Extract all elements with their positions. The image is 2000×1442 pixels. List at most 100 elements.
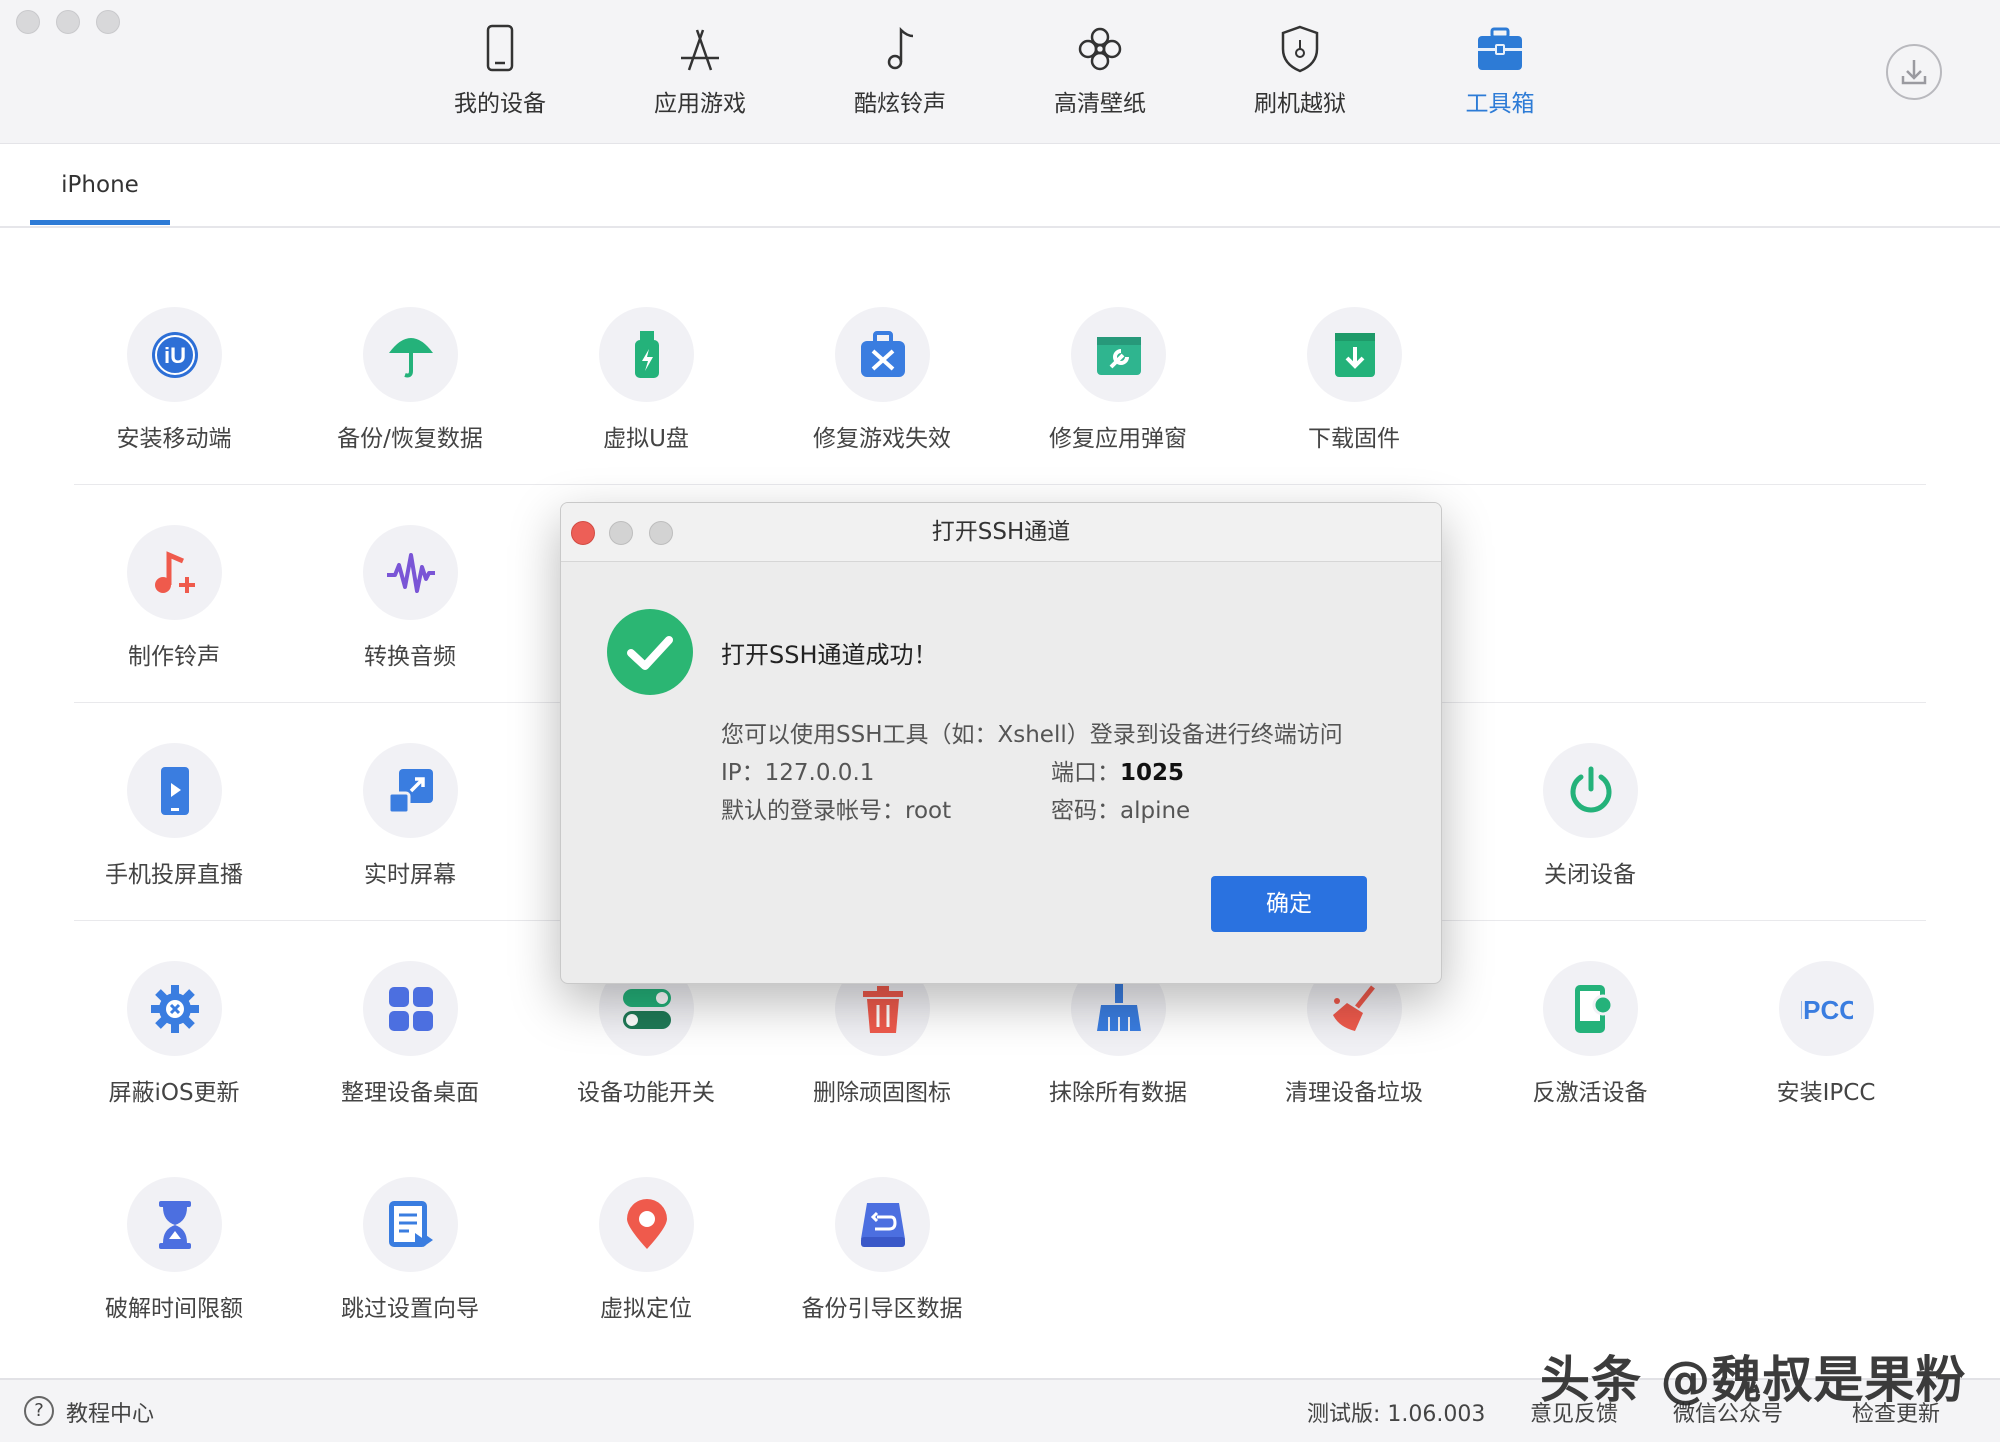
- tool-fix-game[interactable]: 修复游戏失效: [777, 307, 987, 477]
- tool-label: 备份引导区数据: [801, 1296, 963, 1322]
- tool-crack-screen-time[interactable]: 破解时间限额: [69, 1177, 279, 1347]
- tool-label: 手机投屏直播: [105, 862, 243, 888]
- nav-my-device[interactable]: 我的设备: [425, 22, 575, 122]
- music-plus-icon: [155, 551, 195, 593]
- sweep-icon: [1333, 985, 1375, 1031]
- repair-kit-icon: [861, 331, 905, 377]
- dialog-description: 您可以使用SSH工具（如：Xshell）登录到设备进行终端访问: [721, 722, 1343, 748]
- tool-label: 安装IPCC: [1776, 1080, 1876, 1106]
- window-minimize-button[interactable]: [56, 10, 80, 34]
- nav-apps-games[interactable]: 应用游戏: [625, 22, 775, 122]
- port-row: 端口：1025: [1051, 753, 1184, 787]
- tool-skip-setup-wizard[interactable]: 跳过设置向导: [305, 1177, 515, 1347]
- tool-install-mobile[interactable]: iU 安装移动端: [69, 307, 279, 477]
- phone-deactivate-icon: [1575, 985, 1614, 1033]
- tool-label: 跳过设置向导: [341, 1296, 479, 1322]
- nav-label: 工具箱: [1465, 91, 1535, 117]
- download-box-icon: [1335, 333, 1375, 377]
- music-note-icon: [887, 26, 914, 70]
- tool-download-firmware[interactable]: 下载固件: [1249, 307, 1459, 477]
- umbrella-icon: [389, 338, 433, 378]
- tool-deactivate-device[interactable]: 反激活设备: [1485, 961, 1695, 1131]
- app-store-icon: [681, 29, 719, 71]
- top-navigation-bar: 我的设备 应用游戏 酷炫铃声 高清壁纸 刷机越狱 工具箱: [0, 0, 2000, 144]
- version-label: 测试版: 1.06.003: [1307, 1402, 1486, 1427]
- screen-arrow-icon: [387, 769, 433, 815]
- row-divider: [74, 484, 1926, 485]
- tool-virtual-location[interactable]: 虚拟定位: [541, 1177, 751, 1347]
- download-icon: [1901, 60, 1927, 85]
- drive-restore-icon: [861, 1203, 905, 1247]
- svg-text:iU: iU: [164, 343, 186, 368]
- account-row: 默认的登录帐号：root: [721, 791, 951, 825]
- audio-wave-icon: [387, 553, 435, 593]
- tool-label: 修复游戏失效: [813, 426, 951, 452]
- tutorial-center-link[interactable]: 教程中心: [66, 1396, 154, 1428]
- dialog-zoom-button[interactable]: [649, 521, 673, 545]
- tool-label: 设备功能开关: [577, 1080, 715, 1106]
- tool-label: 关闭设备: [1544, 862, 1636, 888]
- dialog-heading: 打开SSH通道成功！: [721, 641, 938, 669]
- tool-backup-boot-data[interactable]: 备份引导区数据: [777, 1177, 987, 1347]
- nav-ringtones[interactable]: 酷炫铃声: [825, 22, 975, 122]
- tab-iphone[interactable]: iPhone: [30, 144, 170, 224]
- tool-feature-toggles[interactable]: 设备功能开关: [541, 961, 751, 1131]
- window-zoom-button[interactable]: [96, 10, 120, 34]
- ip-label: IP：: [721, 760, 765, 786]
- dialog-close-button[interactable]: [571, 521, 595, 545]
- skip-wizard-icon: [389, 1201, 433, 1247]
- help-question-icon[interactable]: ?: [24, 1396, 54, 1426]
- iu-logo-icon: iU: [152, 332, 198, 378]
- window-close-button[interactable]: [16, 10, 40, 34]
- nav-label: 刷机越狱: [1254, 91, 1346, 117]
- toggle-icon: [623, 989, 671, 1029]
- ssh-dialog: 打开SSH通道 打开SSH通道成功！ 您可以使用SSH工具（如：Xshell）登…: [560, 502, 1442, 984]
- confirm-button[interactable]: 确定: [1211, 876, 1367, 932]
- watermark-text: 头条 @魏叔是果粉: [1540, 1351, 1967, 1409]
- gear-block-icon: [151, 985, 199, 1033]
- grid-icon: [389, 987, 433, 1031]
- device-tab-bar: iPhone: [0, 144, 2000, 228]
- tool-label: 虚拟定位: [600, 1296, 692, 1322]
- ipcc-icon: IPCC: [1801, 995, 1853, 1025]
- active-tab-indicator: [30, 220, 170, 225]
- tool-organize-desktop[interactable]: 整理设备桌面: [305, 961, 515, 1131]
- tool-realtime-screen[interactable]: 实时屏幕: [305, 743, 515, 913]
- broom-icon: [1097, 983, 1141, 1031]
- password-value: alpine: [1120, 798, 1191, 824]
- tool-install-ipcc[interactable]: IPCC 安装IPCC: [1721, 961, 1931, 1131]
- ip-row: IP：127.0.0.1: [721, 753, 874, 787]
- hourglass-icon: [159, 1201, 191, 1249]
- nav-label: 我的设备: [454, 91, 546, 117]
- tool-label: 安装移动端: [116, 426, 232, 452]
- password-label: 密码：: [1051, 798, 1120, 824]
- tool-backup-restore[interactable]: 备份/恢复数据: [305, 307, 515, 477]
- dialog-title: 打开SSH通道: [561, 503, 1441, 562]
- tool-clean-junk[interactable]: 清理设备垃圾: [1249, 961, 1459, 1131]
- usb-drive-icon: [635, 331, 659, 378]
- nav-flash-jailbreak[interactable]: 刷机越狱: [1225, 22, 1375, 122]
- tool-label: 制作铃声: [128, 644, 220, 670]
- dialog-minimize-button[interactable]: [609, 521, 633, 545]
- tool-erase-all-data[interactable]: 抹除所有数据: [1013, 961, 1223, 1131]
- tool-delete-stubborn-icons[interactable]: 删除顽固图标: [777, 961, 987, 1131]
- tool-label: 屏蔽iOS更新: [108, 1080, 240, 1106]
- account-value: root: [905, 798, 952, 824]
- tool-fix-app-popup[interactable]: 修复应用弹窗: [1013, 307, 1223, 477]
- flower-icon: [1078, 27, 1122, 71]
- nav-wallpapers[interactable]: 高清壁纸: [1025, 22, 1175, 122]
- tool-screen-mirror-live[interactable]: 手机投屏直播: [69, 743, 279, 913]
- tool-virtual-udisk[interactable]: 虚拟U盘: [541, 307, 751, 477]
- nav-toolbox[interactable]: 工具箱: [1425, 22, 1575, 122]
- toolbox-icon: [1478, 27, 1522, 70]
- download-manager-button[interactable]: [1886, 44, 1942, 100]
- tool-convert-audio[interactable]: 转换音频: [305, 525, 515, 695]
- account-label: 默认的登录帐号：: [721, 798, 905, 824]
- trash-icon: [863, 986, 903, 1033]
- nav-label: 高清壁纸: [1054, 91, 1146, 117]
- tool-shutdown-device[interactable]: 关闭设备: [1485, 743, 1695, 913]
- tool-make-ringtone[interactable]: 制作铃声: [69, 525, 279, 695]
- tool-label: 整理设备桌面: [341, 1080, 479, 1106]
- port-value: 1025: [1120, 760, 1185, 786]
- tool-block-ios-update[interactable]: 屏蔽iOS更新: [69, 961, 279, 1131]
